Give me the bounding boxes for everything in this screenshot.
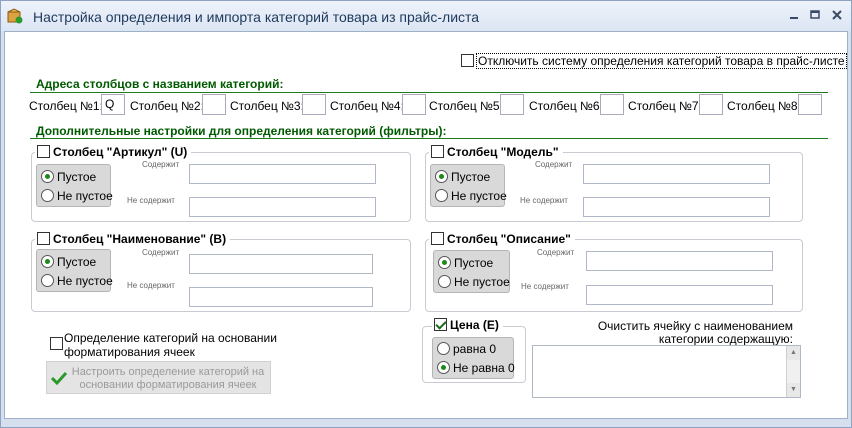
configure-format-button[interactable]: Настроить определение категорий на основ… — [46, 361, 271, 394]
window-title: Настройка определения и импорта категори… — [33, 9, 480, 25]
radio-unselected-icon — [437, 342, 450, 355]
radio-selected-icon — [41, 170, 54, 183]
format-detection-checkbox[interactable] — [50, 337, 63, 350]
app-icon — [7, 8, 23, 24]
filter-description-checkbox[interactable] — [431, 232, 444, 245]
check-icon — [50, 371, 68, 389]
filter-description-opt-empty[interactable]: Пустое — [438, 256, 493, 270]
radio-selected-icon — [438, 256, 451, 269]
column-5-label: Столбец №5: — [429, 99, 503, 113]
price-group-header: Цена (E) — [432, 318, 503, 332]
title-bar: Настройка определения и импорта категори… — [1, 1, 851, 31]
radio-unselected-icon — [435, 189, 448, 202]
column-7-label: Столбец №7: — [628, 99, 702, 113]
disable-system-label[interactable]: Отключить систему определения категорий … — [476, 53, 847, 69]
filter-description-contains-label: Содержит — [537, 248, 575, 257]
filter-article-checkbox[interactable] — [37, 145, 50, 158]
filter-article-radio-box: Пустое Не пустое — [36, 164, 113, 207]
column-1-label: Столбец №1: — [29, 99, 103, 113]
column-3-input[interactable] — [302, 94, 326, 115]
column-8-input[interactable] — [798, 94, 822, 115]
price-title: Цена (E) — [450, 318, 499, 332]
clear-cell-label-line2: категории содержащую: — [658, 332, 793, 346]
filter-article-contains-label: Содержит — [142, 160, 180, 169]
filter-group-description-header: Столбец "Описание" — [429, 232, 575, 246]
price-radio-box: равна 0 Не равна 0 — [432, 337, 515, 379]
filter-name-radio-box: Пустое Не пустое — [36, 249, 113, 292]
column-2-input[interactable] — [202, 94, 226, 115]
filter-group-model-header: Столбец "Модель" — [429, 145, 563, 159]
filter-description-radio-box: Пустое Не пустое — [433, 250, 510, 293]
filter-name-checkbox[interactable] — [37, 232, 50, 245]
dialog-window: Настройка определения и импорта категори… — [0, 0, 852, 428]
column-1-input[interactable]: Q — [101, 94, 125, 115]
filter-description-not-contains-label: Не содержит — [521, 282, 569, 291]
column-6-input[interactable] — [600, 94, 624, 115]
filter-description-opt-not-empty[interactable]: Не пустое — [438, 275, 510, 289]
filter-model-opt-not-empty[interactable]: Не пустое — [435, 189, 507, 203]
filter-name-opt-empty[interactable]: Пустое — [41, 255, 96, 269]
filter-article-not-contains-label: Не содержит — [127, 196, 175, 205]
disable-system-checkbox[interactable] — [461, 54, 474, 67]
filter-description-contains-input[interactable] — [586, 251, 773, 271]
filter-model-opt-empty[interactable]: Пустое — [435, 170, 490, 184]
filter-model-checkbox[interactable] — [431, 145, 444, 158]
format-detection-label-line2: форматирования ячеек — [64, 345, 195, 359]
filter-article-contains-input[interactable] — [189, 164, 376, 184]
close-icon[interactable] — [829, 8, 845, 22]
configure-format-line2: основании форматирования ячеек — [79, 379, 257, 391]
filter-name-not-contains-input[interactable] — [189, 287, 373, 307]
filter-name-contains-input[interactable] — [189, 254, 373, 274]
filter-article-opt-not-empty[interactable]: Не пустое — [41, 189, 113, 203]
price-opt-zero[interactable]: равна 0 — [437, 342, 496, 356]
filter-name-opt-not-empty[interactable]: Не пустое — [41, 274, 113, 288]
dialog-content: Отключить систему определения категорий … — [4, 31, 848, 419]
filter-model-not-contains-input[interactable] — [583, 197, 770, 217]
column-2-label: Столбец №2: — [130, 99, 204, 113]
filter-name-not-contains-label: Не содержит — [127, 281, 175, 290]
column-4-input[interactable] — [402, 94, 426, 115]
radio-unselected-icon — [438, 275, 451, 288]
filters-divider — [30, 138, 828, 139]
filter-name-title: Столбец "Наименование" (B) — [53, 232, 227, 246]
filter-model-not-contains-label: Не содержит — [520, 196, 568, 205]
minimize-icon[interactable] — [786, 8, 802, 22]
radio-selected-icon — [435, 170, 448, 183]
column-4-label: Столбец №4: — [330, 99, 404, 113]
price-checkbox[interactable] — [434, 318, 447, 331]
filter-article-opt-empty[interactable]: Пустое — [41, 170, 96, 184]
radio-selected-icon — [41, 255, 54, 268]
filter-model-title: Столбец "Модель" — [447, 145, 559, 159]
clear-cell-textarea[interactable]: ▲ ▼ — [532, 345, 801, 398]
addresses-heading: Адреса столбцов с названием категорий: — [36, 77, 284, 91]
column-7-input[interactable] — [699, 94, 723, 115]
filter-article-title: Столбец "Артикул" (U) — [53, 145, 188, 159]
column-3-label: Столбец №3: — [230, 99, 304, 113]
filter-name-contains-label: Содержит — [142, 248, 180, 257]
column-6-label: Столбец №6: — [529, 99, 603, 113]
filter-group-name-header: Столбец "Наименование" (B) — [35, 232, 231, 246]
radio-unselected-icon — [41, 274, 54, 287]
scroll-up-icon[interactable]: ▲ — [787, 346, 800, 360]
price-opt-not-zero[interactable]: Не равна 0 — [437, 361, 515, 375]
scroll-down-icon[interactable]: ▼ — [787, 383, 800, 397]
restore-icon[interactable] — [807, 8, 823, 22]
filters-heading: Дополнительные настройки для определения… — [36, 124, 447, 138]
radio-selected-icon — [437, 361, 450, 374]
clear-cell-label-line1: Очистить ячейку с наименованием — [597, 319, 793, 333]
filter-model-contains-input[interactable] — [583, 164, 770, 184]
filter-article-not-contains-input[interactable] — [189, 197, 376, 217]
addresses-divider — [30, 92, 828, 93]
column-5-input[interactable] — [500, 94, 524, 115]
filter-model-contains-label: Содержит — [535, 160, 573, 169]
filter-description-not-contains-input[interactable] — [586, 285, 773, 305]
filter-group-article-header: Столбец "Артикул" (U) — [35, 145, 192, 159]
filter-description-title: Столбец "Описание" — [447, 232, 571, 246]
clear-cell-scrollbar[interactable]: ▲ ▼ — [786, 346, 800, 397]
format-detection-label-line1: Определение категорий на основании — [64, 331, 277, 345]
radio-unselected-icon — [41, 189, 54, 202]
column-8-label: Столбец №8: — [727, 99, 801, 113]
configure-format-line1: Настроить определение категорий на — [71, 366, 265, 378]
filter-model-radio-box: Пустое Не пустое — [430, 164, 507, 207]
